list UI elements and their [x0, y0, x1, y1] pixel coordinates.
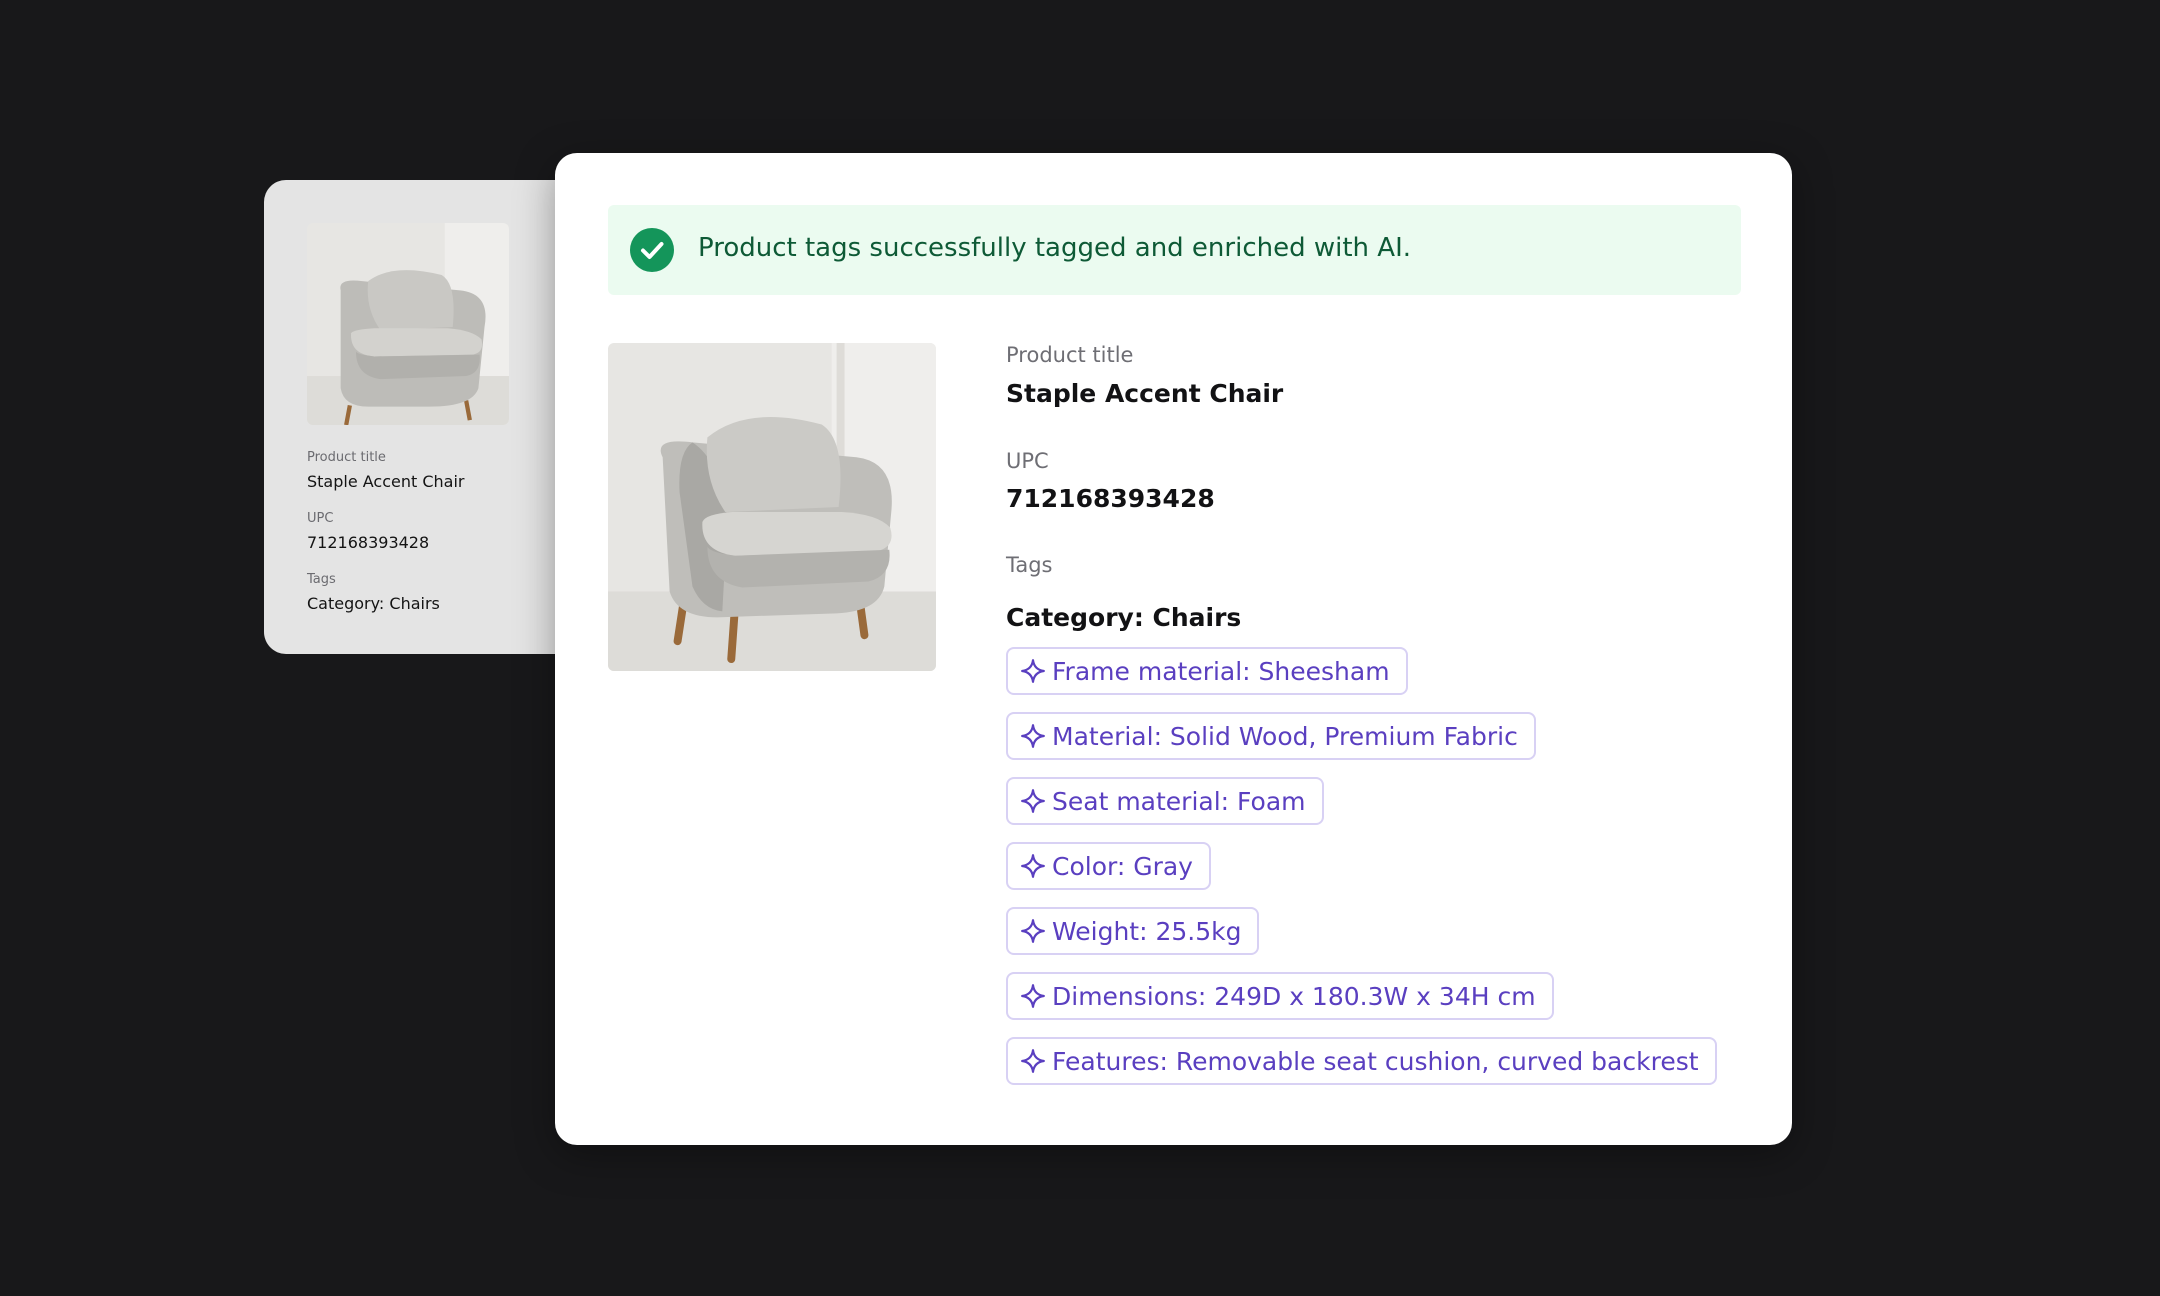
product-thumbnail	[307, 223, 509, 425]
ai-tag[interactable]: Weight: 25.5kg	[1006, 907, 1260, 955]
upc-value: 712168393428	[1006, 484, 1215, 513]
ai-tag[interactable]: Frame material: Sheesham	[1006, 647, 1408, 695]
ai-tag-label: Material: Solid Wood, Premium Fabric	[1052, 721, 1518, 751]
sparkle-icon	[1020, 723, 1046, 749]
ai-tag[interactable]: Color: Gray	[1006, 842, 1211, 890]
success-banner: Product tags successfully tagged and enr…	[608, 205, 1741, 295]
sparkle-icon	[1020, 853, 1046, 879]
ai-tag-list: Frame material: Sheesham Material: Solid…	[1006, 647, 1717, 1102]
product-title-value: Staple Accent Chair	[1006, 379, 1284, 408]
upc-value: 712168393428	[307, 533, 430, 552]
enriched-product-card: Product tags successfully tagged and enr…	[555, 153, 1792, 1145]
sparkle-icon	[1020, 983, 1046, 1009]
sparkle-icon	[1020, 918, 1046, 944]
product-title-label: Product title	[1006, 343, 1134, 367]
original-product-card: Product title Staple Accent Chair UPC 71…	[264, 180, 584, 654]
ai-tag-label: Seat material: Foam	[1052, 786, 1306, 816]
ai-tag-label: Weight: 25.5kg	[1052, 916, 1242, 946]
category-value: Category: Chairs	[307, 594, 440, 613]
upc-label: UPC	[307, 511, 334, 526]
banner-message: Product tags successfully tagged and enr…	[698, 233, 1412, 263]
tags-label: Tags	[307, 572, 336, 587]
ai-tag-label: Features: Removable seat cushion, curved…	[1052, 1046, 1699, 1076]
sparkle-icon	[1020, 788, 1046, 814]
ai-tag[interactable]: Material: Solid Wood, Premium Fabric	[1006, 712, 1536, 760]
product-title-label: Product title	[307, 450, 386, 465]
product-title-value: Staple Accent Chair	[307, 472, 465, 491]
tags-label: Tags	[1006, 553, 1053, 577]
check-circle-icon	[630, 228, 674, 272]
ai-tag[interactable]: Seat material: Foam	[1006, 777, 1324, 825]
category-value: Category: Chairs	[1006, 603, 1242, 632]
ai-tag-label: Frame material: Sheesham	[1052, 656, 1390, 686]
product-image	[608, 343, 936, 671]
ai-tag-label: Dimensions: 249D x 180.3W x 34H cm	[1052, 981, 1536, 1011]
upc-label: UPC	[1006, 449, 1049, 473]
sparkle-icon	[1020, 658, 1046, 684]
sparkle-icon	[1020, 1048, 1046, 1074]
ai-tag[interactable]: Dimensions: 249D x 180.3W x 34H cm	[1006, 972, 1554, 1020]
ai-tag-label: Color: Gray	[1052, 851, 1193, 881]
ai-tag[interactable]: Features: Removable seat cushion, curved…	[1006, 1037, 1717, 1085]
